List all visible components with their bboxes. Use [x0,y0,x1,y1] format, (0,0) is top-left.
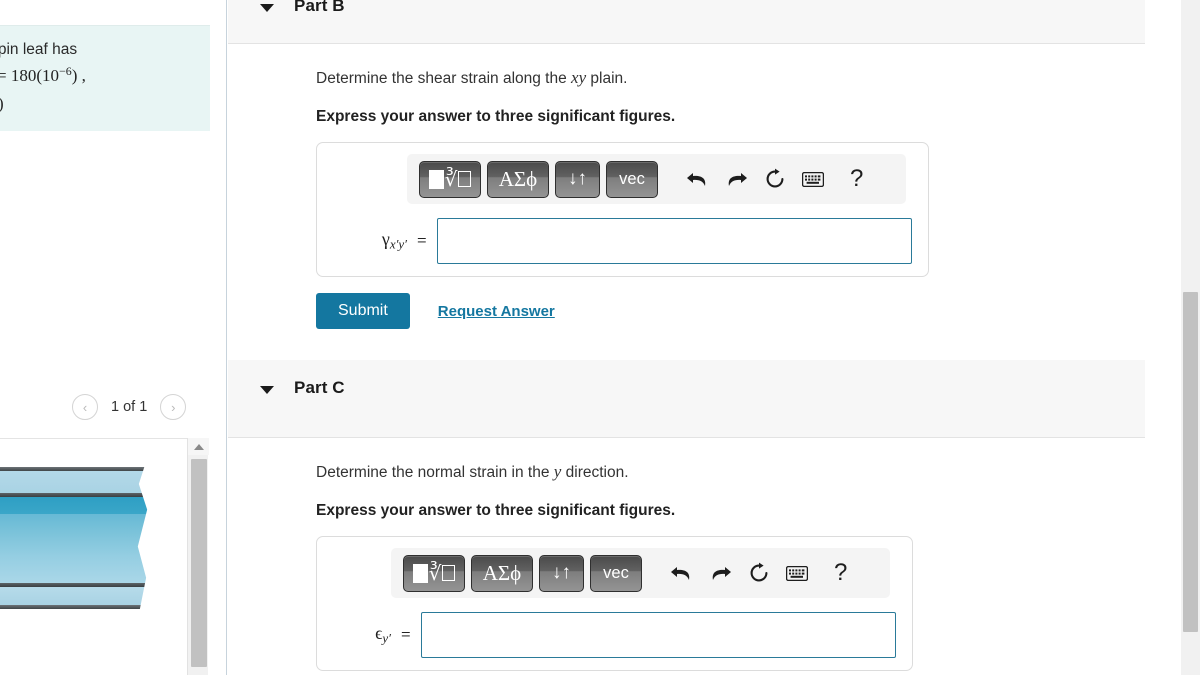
keyboard-icon[interactable] [802,171,824,187]
part-b-body: Determine the shear strain along the xy … [228,68,1180,329]
part-b-answer-card: ∛ ΑΣϕ ↓↑ vec ? γx′y′ = [316,142,929,277]
reset-circular-arrow-icon[interactable] [764,168,786,190]
strain-value: 180(10 [10,66,60,86]
part-c-title: Part C [294,378,345,397]
figure-reference-line: re 1) [0,91,196,117]
part-b-question: Determine the shear strain along the xy … [316,68,1180,88]
part-c-answer-label: ϵy′ [335,623,391,647]
up-down-arrows-icon: ↓↑ [552,562,571,583]
help-question-mark-button[interactable]: ? [834,559,847,587]
equals-sign: = [0,66,11,85]
updown-arrows-button[interactable]: ↓↑ [555,160,600,198]
figure-link-close: ) [0,94,4,113]
figure-scroll-up-button[interactable] [188,438,209,455]
redo-arrow-icon[interactable] [709,563,732,583]
square-root-template-button[interactable]: ∛ [419,160,481,198]
part-b-submit-button[interactable]: Submit [316,293,410,329]
vector-label: vec [619,169,645,188]
triangle-up-icon [193,443,204,450]
problem-statement-line-1: the pin leaf has [0,41,78,58]
undo-arrow-icon[interactable] [670,563,693,583]
problem-statement-box: the pin leaf has , ϵy = 180(10−6) , re 1… [0,25,210,131]
beam-cross-section-diagram [0,467,156,609]
part-c-question-text: Determine the normal strain in the [316,464,554,481]
square-root-icon: ∛ [428,167,472,192]
square-root-icon: ∛ [412,561,456,586]
main-content-column: Part B Determine the shear strain along … [228,0,1180,675]
chevron-left-icon: ‹ [82,399,88,415]
figure-scrollbar[interactable] [187,438,209,675]
part-b-equals-sign: = [417,231,427,250]
beam-band-light-top [0,471,155,493]
updown-arrows-button[interactable]: ↓↑ [539,554,584,592]
keyboard-icon[interactable] [786,565,808,581]
reset-circular-arrow-icon[interactable] [748,562,770,584]
beam-band-bottom-edge [0,605,155,609]
help-label: ? [834,559,848,586]
left-problem-panel: the pin leaf has , ϵy = 180(10−6) , re 1… [0,0,227,675]
undo-arrow-icon[interactable] [686,169,709,189]
part-b-answer-row: γx′y′ = [329,218,916,264]
figure-pagination: ‹ 1 of 1 › [72,394,187,420]
chevron-right-icon: › [171,399,176,415]
redo-arrow-icon[interactable] [725,169,748,189]
square-root-template-button[interactable]: ∛ [403,554,465,592]
part-b-actions: Submit Request Answer [316,293,1180,329]
help-label: ? [850,165,864,192]
part-c-header[interactable]: Part C [228,360,1145,438]
beam-band-dark-blue [0,497,155,514]
content-right-gap [1145,0,1181,675]
part-c-equals-sign: = [401,625,411,644]
pagination-label: 1 of 1 [111,399,148,415]
part-c-math-toolbar: ∛ ΑΣϕ ↓↑ vec ? [391,548,890,598]
problem-statement-line-2: , ϵy = 180(10−6) , [0,62,196,91]
figure-scrollbar-thumb[interactable] [191,459,207,667]
part-c-instruction: Express your answer to three significant… [316,502,676,519]
part-c-question-tail: direction. [561,464,629,481]
vector-button[interactable]: vec [590,554,642,592]
part-b-question-tail: plain. [586,70,628,87]
strain-exponent: −6 [59,64,72,79]
strain-close: ) , [71,66,86,86]
page-scrollbar-thumb[interactable] [1183,292,1198,632]
vector-button[interactable]: vec [606,160,658,198]
part-b-instruction: Express your answer to three significant… [316,108,676,125]
caret-down-icon[interactable] [260,386,274,394]
part-b-question-math: xy [571,68,587,87]
gamma-subscript: x′y′ [389,236,407,252]
help-question-mark-button[interactable]: ? [850,165,863,193]
greek-letters-label: ΑΣϕ [482,560,522,585]
problem-page: the pin leaf has , ϵy = 180(10−6) , re 1… [0,0,1200,675]
caret-down-icon[interactable] [260,4,274,12]
vector-label: vec [603,563,629,582]
next-figure-button[interactable]: › [160,394,187,420]
part-b-title: Part B [294,0,345,15]
part-c-answer-card: ∛ ΑΣϕ ↓↑ vec ? ϵy′ = [316,536,913,671]
beam-band-light-bottom [0,587,155,605]
part-b-request-answer-link[interactable]: Request Answer [438,303,555,320]
page-scrollbar[interactable] [1181,0,1200,675]
epsilon-subscript: y′ [382,630,391,646]
greek-symbols-button[interactable]: ΑΣϕ [471,554,533,592]
part-b-question-text: Determine the shear strain along the [316,70,572,87]
part-b-answer-input[interactable] [436,218,912,264]
greek-symbols-button[interactable]: ΑΣϕ [487,160,549,198]
part-c-question: Determine the normal strain in the y dir… [316,462,1180,482]
previous-figure-button[interactable]: ‹ [72,394,98,420]
gamma-symbol: γ [381,229,390,250]
beam-band-body [0,514,155,583]
figure-viewport[interactable]: x [0,438,208,675]
part-c-answer-row: ϵy′ = [329,612,900,658]
part-c-answer-input[interactable] [420,612,896,658]
part-b-math-toolbar: ∛ ΑΣϕ ↓↑ vec ? [407,154,906,204]
part-b-answer-label: γx′y′ [335,229,407,253]
greek-letters-label: ΑΣϕ [498,166,538,191]
part-c-body: Determine the normal strain in the y dir… [228,462,1180,671]
part-b-header[interactable]: Part B [228,0,1145,44]
up-down-arrows-icon: ↓↑ [568,168,587,189]
